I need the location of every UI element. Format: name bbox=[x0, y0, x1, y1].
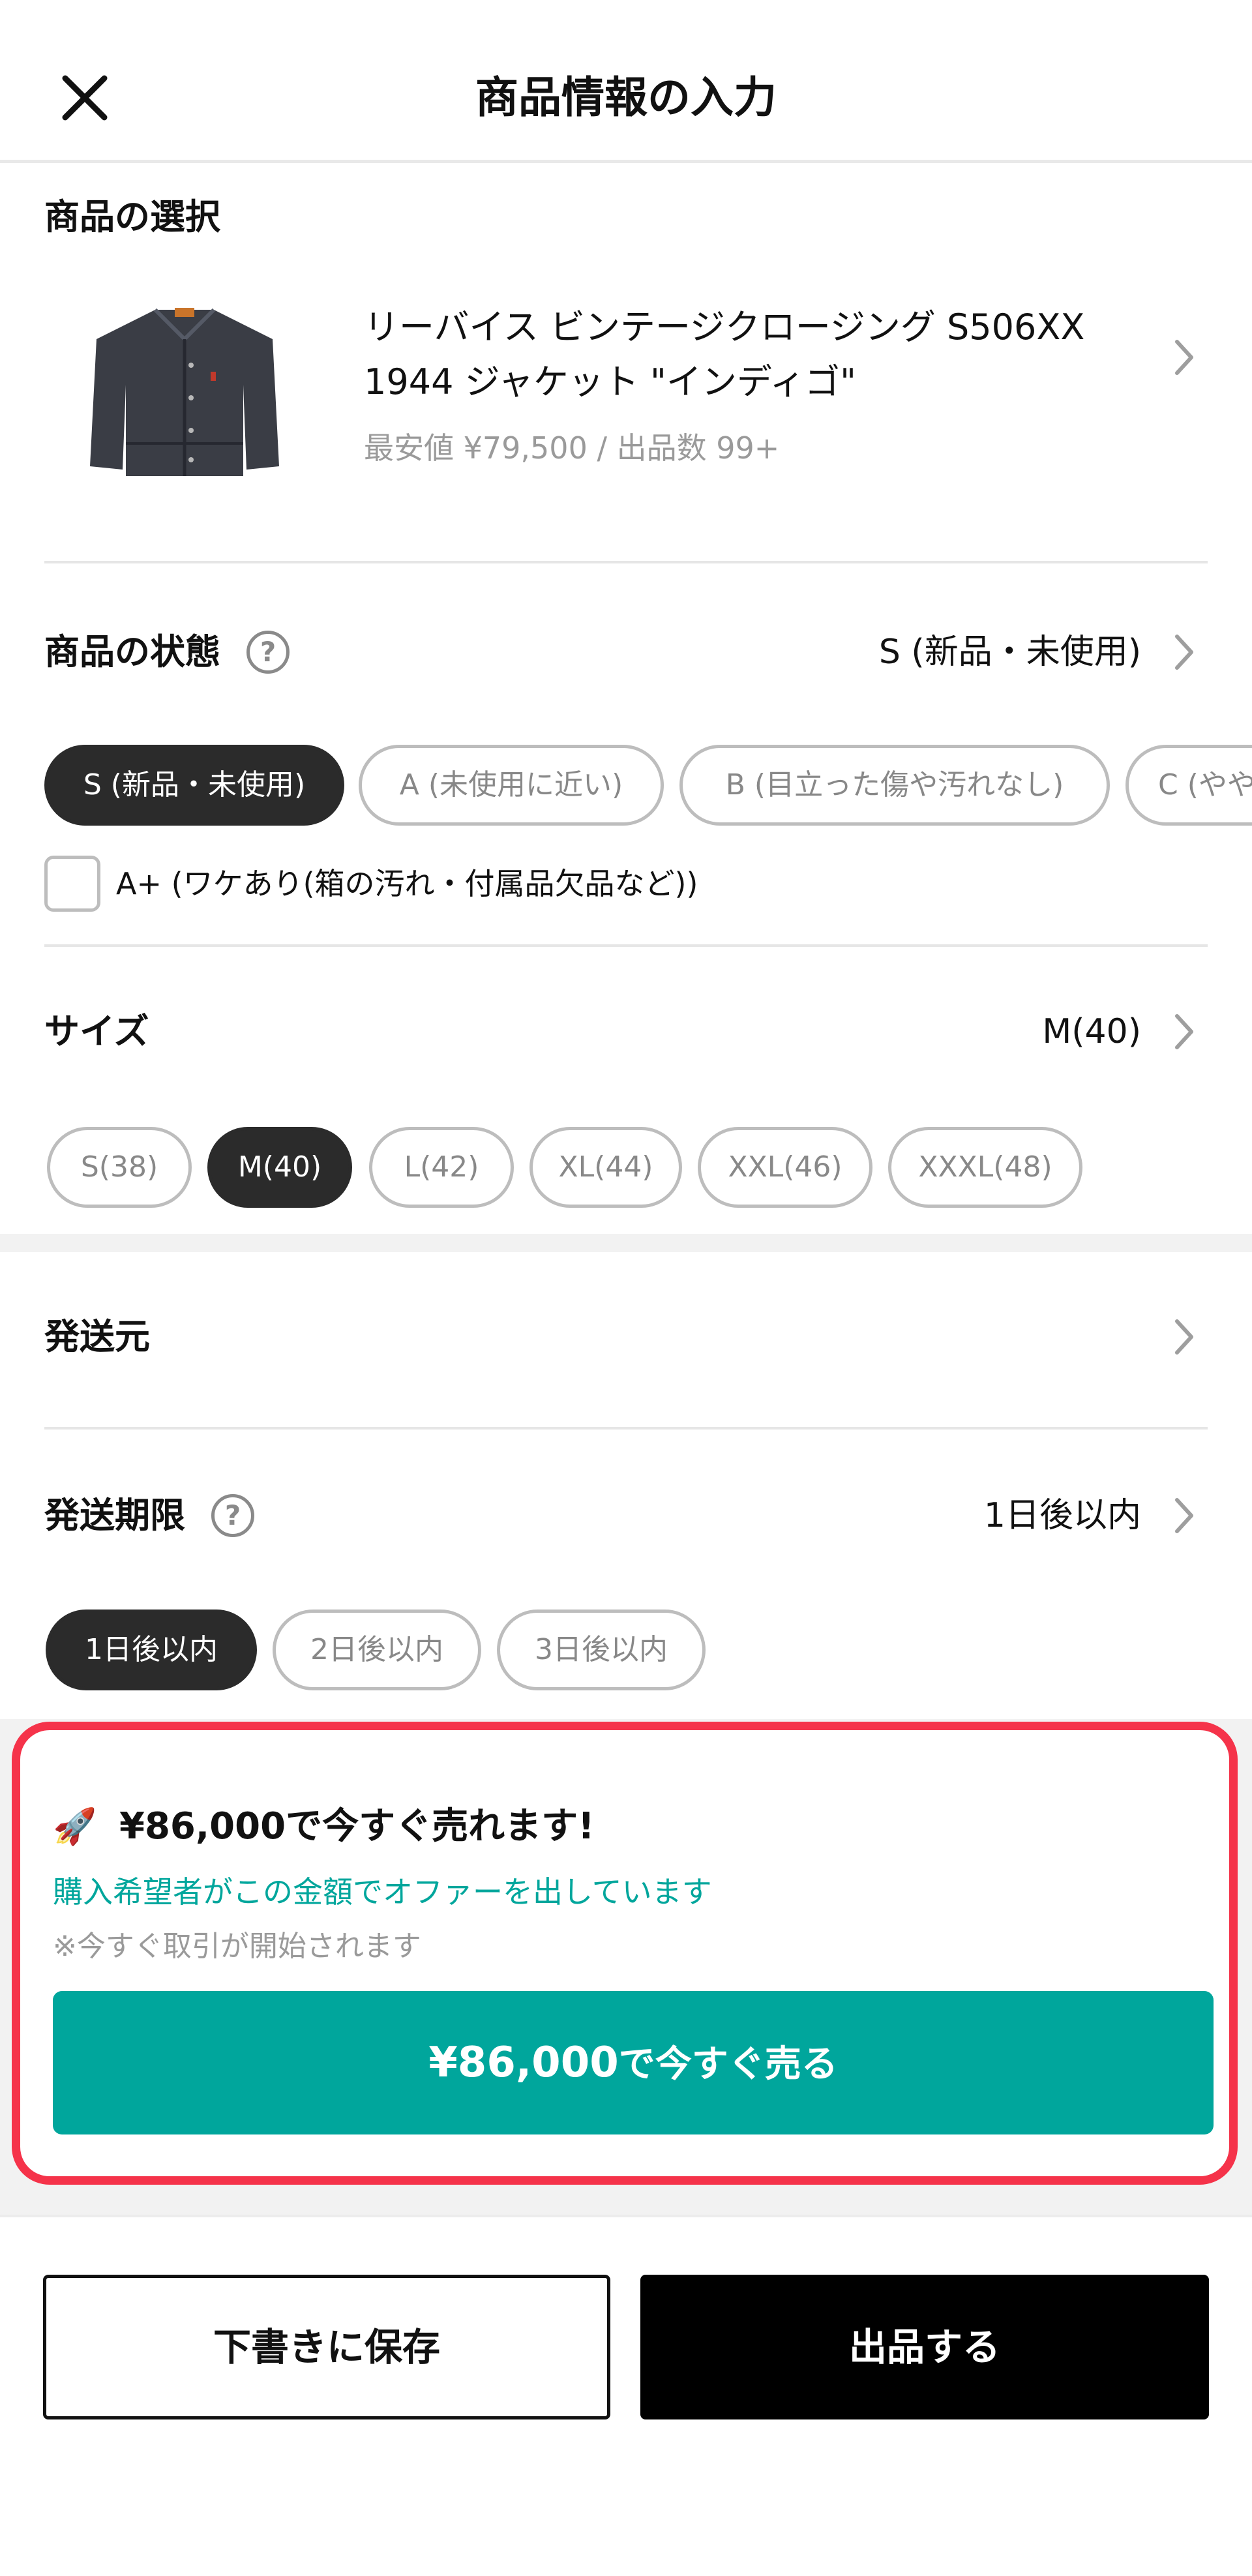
condition-chip[interactable]: S (新品・未使用) bbox=[44, 745, 344, 826]
instant-sell-card: 🚀 ¥86,000で今すぐ売れます! 購入希望者がこの金額でオファーを出していま… bbox=[12, 1722, 1238, 2185]
product-thumbnail bbox=[83, 293, 286, 489]
deadline-chip[interactable]: 3日後以内 bbox=[497, 1610, 706, 1690]
product-row[interactable]: リーバイス ビンテージクロージング S506XX 1944 ジャケット "インデ… bbox=[44, 280, 1208, 496]
size-chip[interactable]: L(42) bbox=[369, 1127, 514, 1208]
offer-subtitle: 購入希望者がこの金額でオファーを出しています bbox=[53, 1874, 712, 1910]
condition-value: S (新品・未使用) bbox=[878, 633, 1141, 672]
help-icon[interactable]: ? bbox=[211, 1494, 254, 1537]
header-divider bbox=[0, 160, 1252, 163]
chevron-right-icon bbox=[1174, 1012, 1195, 1051]
a-plus-checkbox-row[interactable]: A+ (ワケあり(箱の汚れ・付属品欠品など)) bbox=[44, 854, 1208, 913]
chevron-right-icon bbox=[1174, 633, 1195, 672]
sell-now-label: で今すぐ売る bbox=[618, 2043, 838, 2086]
size-value: M(40) bbox=[1042, 1012, 1141, 1051]
sell-now-button[interactable]: ¥86,000で今すぐ売る bbox=[53, 1991, 1214, 2134]
divider bbox=[44, 561, 1208, 563]
checkbox[interactable] bbox=[44, 856, 100, 912]
condition-label: 商品の状態 bbox=[44, 631, 220, 672]
chevron-right-icon bbox=[1174, 1317, 1195, 1356]
offer-note: ※今すぐ取引が開始されます bbox=[53, 1930, 421, 1963]
deadline-chips: 1日後以内 2日後以内 3日後以内 bbox=[0, 1610, 1252, 1690]
help-icon[interactable]: ? bbox=[246, 631, 290, 674]
deadline-row[interactable]: 発送期限 ? 1日後以内 bbox=[0, 1476, 1252, 1555]
rocket-icon: 🚀 bbox=[53, 1806, 97, 1847]
origin-label: 発送元 bbox=[44, 1316, 150, 1357]
product-section-title: 商品の選択 bbox=[44, 196, 220, 237]
size-chip[interactable]: M(40) bbox=[207, 1127, 352, 1208]
size-chip[interactable]: XXL(46) bbox=[698, 1127, 872, 1208]
size-label: サイズ bbox=[44, 1011, 149, 1052]
condition-chips: S (新品・未使用) A (未使用に近い) B (目立った傷や汚れなし) C (… bbox=[0, 745, 1252, 826]
checkbox-label: A+ (ワケあり(箱の汚れ・付属品欠品など)) bbox=[116, 866, 698, 901]
chevron-right-icon bbox=[1174, 1496, 1195, 1535]
size-chip[interactable]: S(38) bbox=[47, 1127, 192, 1208]
chevron-right-icon bbox=[1174, 338, 1195, 377]
divider bbox=[44, 1427, 1208, 1430]
save-draft-button[interactable]: 下書きに保存 bbox=[43, 2275, 610, 2419]
product-name-line1: リーバイス ビンテージクロージング S506XX bbox=[364, 307, 1085, 348]
deadline-chip[interactable]: 1日後以内 bbox=[46, 1610, 257, 1690]
origin-row[interactable]: 発送元 bbox=[0, 1298, 1252, 1376]
footer: 下書きに保存 出品する bbox=[0, 2215, 1252, 2576]
section-separator bbox=[0, 1234, 1252, 1252]
page-title: 商品情報の入力 bbox=[475, 72, 777, 123]
size-chips: S(38) M(40) L(42) XL(44) XXL(46) XXXL(48… bbox=[0, 1127, 1252, 1208]
deadline-label: 発送期限 bbox=[44, 1495, 185, 1536]
condition-chip[interactable]: C (やや bbox=[1125, 745, 1252, 826]
size-row[interactable]: サイズ M(40) bbox=[0, 993, 1252, 1071]
divider bbox=[44, 944, 1208, 947]
product-name-line2: 1944 ジャケット "インディゴ" bbox=[364, 361, 856, 402]
deadline-chip[interactable]: 2日後以内 bbox=[273, 1610, 481, 1690]
offer-title: ¥86,000で今すぐ売れます! bbox=[119, 1805, 595, 1848]
list-item-button[interactable]: 出品する bbox=[640, 2275, 1209, 2419]
size-chip[interactable]: XL(44) bbox=[529, 1127, 682, 1208]
condition-chip[interactable]: A (未使用に近い) bbox=[359, 745, 664, 826]
condition-row[interactable]: 商品の状態 ? S (新品・未使用) bbox=[0, 613, 1252, 691]
condition-chip[interactable]: B (目立った傷や汚れなし) bbox=[679, 745, 1110, 826]
size-chip[interactable]: XXXL(48) bbox=[888, 1127, 1082, 1208]
deadline-value: 1日後以内 bbox=[983, 1496, 1141, 1535]
sell-now-price: ¥86,000 bbox=[428, 2039, 619, 2087]
product-meta: 最安値 ¥79,500 / 出品数 99+ bbox=[364, 430, 780, 466]
